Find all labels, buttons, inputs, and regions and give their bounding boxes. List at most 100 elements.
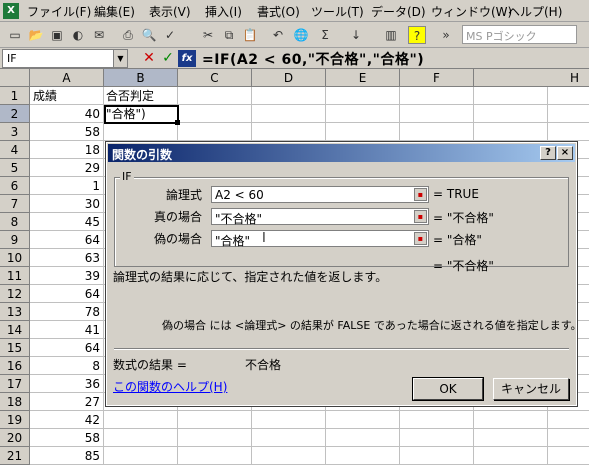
cell-a[interactable]: 36 (30, 375, 104, 393)
row-header[interactable]: 5 (0, 159, 30, 177)
cell-a[interactable]: 41 (30, 321, 104, 339)
logical-test-input[interactable]: A2 < 60 ▪ (211, 186, 429, 203)
column-header-e[interactable]: E (326, 69, 400, 87)
table-row[interactable] (104, 447, 589, 465)
fill-handle[interactable] (175, 120, 180, 125)
cell-a[interactable]: 58 (30, 123, 104, 141)
cut-icon[interactable]: ✂ (199, 26, 217, 44)
cancel-icon[interactable]: ✕ (140, 50, 158, 67)
undo-icon[interactable]: ↶ (269, 26, 287, 44)
table-row[interactable] (104, 87, 589, 105)
ok-button[interactable]: OK (412, 377, 484, 401)
collapse-dialog-icon[interactable]: ▪ (414, 188, 427, 201)
row-header[interactable]: 15 (0, 339, 30, 357)
collapse-dialog-icon[interactable]: ▪ (414, 232, 427, 245)
menu-edit[interactable]: 編集(E) (94, 3, 135, 20)
formula-input[interactable]: =IF(A2 < 60,"不合格","合格") (202, 49, 424, 69)
table-row[interactable] (104, 429, 589, 447)
cell-a[interactable]: 78 (30, 303, 104, 321)
open-folder-icon[interactable]: 📂 (27, 26, 45, 44)
column-header-a[interactable]: A (30, 69, 104, 87)
cell-a[interactable]: 64 (30, 339, 104, 357)
cell-a[interactable]: 8 (30, 357, 104, 375)
save-icon[interactable]: ▣ (48, 26, 66, 44)
row-header[interactable]: 16 (0, 357, 30, 375)
cell-a[interactable]: 42 (30, 411, 104, 429)
help-question-icon[interactable]: ? (540, 146, 556, 160)
row-header[interactable]: 1 (0, 87, 30, 105)
cell-a[interactable]: 29 (30, 159, 104, 177)
print-preview-icon[interactable]: 🔍 (140, 26, 158, 44)
chart-wizard-icon[interactable]: ▥ (382, 26, 400, 44)
enter-icon[interactable]: ✓ (159, 50, 177, 67)
autosum-icon[interactable]: Σ (316, 26, 334, 44)
email-icon[interactable]: ✉ (90, 26, 108, 44)
function-help-link[interactable]: この関数のヘルプ(H) (113, 378, 227, 395)
permission-icon[interactable]: ◐ (69, 26, 87, 44)
row-header[interactable]: 13 (0, 303, 30, 321)
print-icon[interactable]: ⎙ (119, 26, 137, 44)
name-box[interactable]: IF ▼ (2, 49, 128, 68)
row-header[interactable]: 21 (0, 447, 30, 465)
value-if-true-input[interactable]: "不合格" ▪ (211, 208, 429, 226)
row-header[interactable]: 4 (0, 141, 30, 159)
cell-a[interactable]: 40 (30, 105, 104, 123)
row-header[interactable]: 20 (0, 429, 30, 447)
cell-a[interactable]: 1 (30, 177, 104, 195)
table-row[interactable] (104, 411, 589, 429)
help-icon[interactable]: ? (408, 26, 426, 44)
cell-a[interactable]: 58 (30, 429, 104, 447)
font-name-box[interactable]: MS Pゴシック (462, 25, 577, 44)
row-header[interactable]: 9 (0, 231, 30, 249)
dialog-title-bar[interactable]: 関数の引数 ? × (108, 144, 575, 162)
sort-ascending-icon[interactable]: ↓ (347, 26, 365, 44)
menu-view[interactable]: 表示(V) (149, 3, 191, 20)
column-header-b[interactable]: B (104, 69, 178, 87)
row-header[interactable]: 6 (0, 177, 30, 195)
menu-help[interactable]: ヘルプ(H) (508, 3, 562, 20)
row-header[interactable]: 11 (0, 267, 30, 285)
insert-function-icon[interactable]: fx (178, 50, 196, 67)
row-header[interactable]: 3 (0, 123, 30, 141)
menu-format[interactable]: 書式(O) (257, 3, 300, 20)
row-header[interactable]: 2 (0, 105, 30, 123)
column-header-h[interactable]: H (474, 69, 589, 87)
column-header-c[interactable]: C (178, 69, 252, 87)
column-header-d[interactable]: D (252, 69, 326, 87)
menu-file[interactable]: ファイル(F) (27, 3, 91, 20)
cell-a[interactable]: 18 (30, 141, 104, 159)
paste-icon[interactable]: 📋 (241, 26, 259, 44)
copy-icon[interactable]: ⧉ (220, 26, 238, 44)
hyperlink-icon[interactable]: 🌐 (292, 26, 310, 44)
menu-tools[interactable]: ツール(T) (311, 3, 364, 20)
chevron-down-icon[interactable]: ▼ (113, 50, 127, 67)
cell-a[interactable]: 27 (30, 393, 104, 411)
column-header-f[interactable]: F (400, 69, 474, 87)
row-header[interactable]: 17 (0, 375, 30, 393)
menu-data[interactable]: データ(D) (371, 3, 426, 20)
cell-a[interactable]: 45 (30, 213, 104, 231)
cell-a[interactable]: 64 (30, 285, 104, 303)
menu-insert[interactable]: 挿入(I) (205, 3, 242, 20)
row-header[interactable]: 18 (0, 393, 30, 411)
row-header[interactable]: 7 (0, 195, 30, 213)
table-row[interactable] (104, 123, 589, 141)
cell-a[interactable]: 85 (30, 447, 104, 465)
excel-icon[interactable]: X (3, 3, 19, 19)
cell-a[interactable]: 64 (30, 231, 104, 249)
new-file-icon[interactable]: ▭ (6, 26, 24, 44)
cell-a[interactable]: 39 (30, 267, 104, 285)
collapse-dialog-icon[interactable]: ▪ (414, 210, 427, 223)
menu-window[interactable]: ウィンドウ(W) (431, 3, 512, 20)
row-header[interactable]: 8 (0, 213, 30, 231)
row-header[interactable]: 14 (0, 321, 30, 339)
close-icon[interactable]: × (557, 146, 573, 160)
value-if-false-input[interactable]: "合格" I ▪ (211, 230, 429, 248)
toolbar-options-icon[interactable]: » (437, 26, 455, 44)
cancel-button[interactable]: キャンセル (493, 378, 569, 400)
row-header[interactable]: 19 (0, 411, 30, 429)
cell-a[interactable]: 63 (30, 249, 104, 267)
row-header[interactable]: 10 (0, 249, 30, 267)
select-all-corner[interactable] (0, 69, 30, 87)
cell-a[interactable]: 30 (30, 195, 104, 213)
